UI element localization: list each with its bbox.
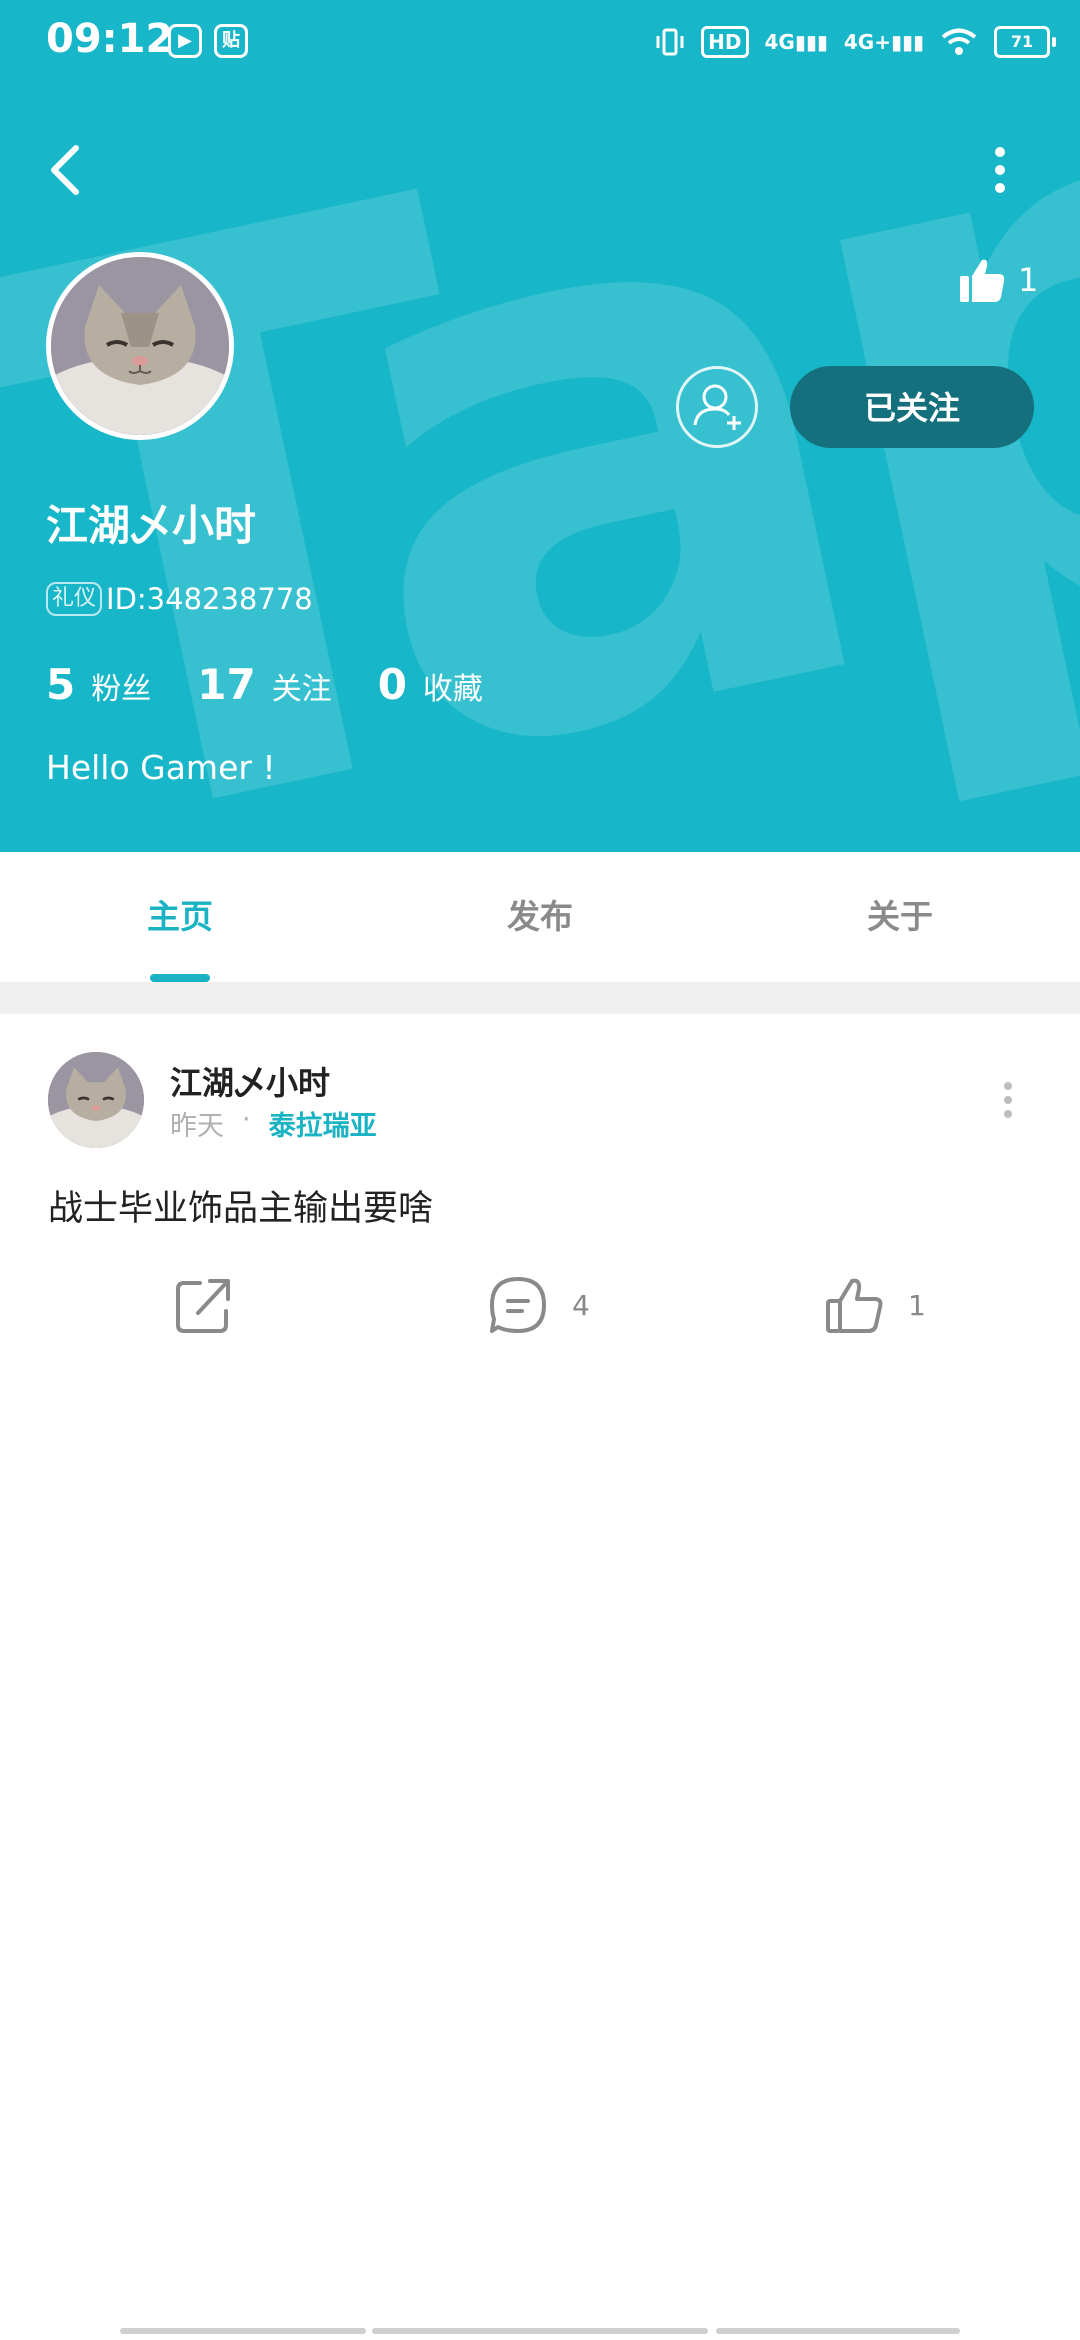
- share-button[interactable]: [172, 1270, 236, 1340]
- avatar[interactable]: [46, 252, 234, 440]
- profile-id-row: 礼仪 ID:348238778: [46, 582, 313, 616]
- comment-count: 4: [572, 1288, 590, 1322]
- stat-favorites[interactable]: 0 收藏: [378, 660, 483, 709]
- profile-tabs: 主页 发布 关于: [0, 852, 1080, 980]
- tab-about[interactable]: 关于: [820, 890, 980, 938]
- profile-stats: 5 粉丝 17 关注 0 收藏: [46, 660, 529, 709]
- thumbs-up-icon: [960, 259, 1005, 302]
- gesture-bar-right: [716, 2328, 960, 2334]
- post-game-tag[interactable]: 泰拉瑞亚: [269, 1104, 377, 1143]
- following-button[interactable]: 已关注: [790, 366, 1034, 448]
- play-icon: ▶: [168, 24, 202, 58]
- like-button[interactable]: 1: [822, 1270, 926, 1340]
- stat-fans-count: 5: [46, 660, 76, 709]
- vibrate-icon: [656, 28, 684, 56]
- cat-avatar-image: [51, 257, 229, 435]
- stat-following[interactable]: 17 关注: [197, 660, 331, 709]
- post-text[interactable]: 战士毕业饰品主输出要啥: [48, 1180, 433, 1231]
- stat-following-count: 17: [197, 660, 256, 709]
- add-user-icon: [693, 384, 741, 430]
- profile-tag-badge: 礼仪: [46, 582, 103, 616]
- hd-icon: HD: [701, 26, 749, 58]
- cat-avatar-image: [48, 1052, 144, 1148]
- stat-fans-label: 粉丝: [91, 672, 152, 707]
- post-time: 昨天: [170, 1111, 224, 1142]
- profile-bio: Hello Gamer !: [46, 748, 276, 787]
- tab-home[interactable]: 主页: [100, 890, 260, 938]
- share-icon: [176, 1279, 230, 1333]
- post-meta-separator: ·: [242, 1104, 251, 1135]
- gesture-bar-center: [372, 2328, 708, 2334]
- comment-button[interactable]: 4: [486, 1270, 590, 1340]
- tab-active-indicator: [150, 974, 210, 982]
- tieba-icon: 贴: [214, 24, 248, 58]
- add-friend-button[interactable]: [676, 366, 758, 448]
- post-meta: 昨天 · 泰拉瑞亚: [170, 1104, 377, 1143]
- profile-like[interactable]: 1: [956, 252, 1056, 308]
- thumbs-up-outline-icon: [826, 1278, 883, 1333]
- gesture-bar-left: [120, 2328, 366, 2334]
- battery-icon: 71: [994, 26, 1056, 58]
- post-username[interactable]: 江湖乄小时: [170, 1058, 330, 1104]
- profile-id: ID:348238778: [106, 582, 313, 616]
- tab-posts[interactable]: 发布: [460, 890, 620, 938]
- profile-like-count: 1: [1018, 261, 1039, 299]
- signal-4g-icon: 4G▮▮▮: [764, 30, 828, 54]
- signal-4gplus-icon: 4G+▮▮▮: [843, 30, 924, 54]
- more-vertical-icon[interactable]: [988, 140, 1012, 200]
- section-divider: [0, 982, 1080, 1014]
- profile-username: 江湖乄小时: [46, 501, 257, 550]
- back-icon[interactable]: [46, 140, 86, 200]
- stat-favorites-label: 收藏: [422, 672, 483, 707]
- post-avatar[interactable]: [48, 1052, 144, 1148]
- stat-favorites-count: 0: [377, 660, 407, 709]
- status-indicators: HD 4G▮▮▮ 4G+▮▮▮ 71: [655, 20, 1056, 64]
- post-more-icon[interactable]: [1000, 1080, 1016, 1120]
- stat-following-label: 关注: [271, 672, 332, 707]
- profile-header: Tap 09:12 ▶ 贴 HD 4G▮▮▮ 4G+▮▮▮ 71 1 已关注 江…: [0, 0, 1080, 852]
- wifi-icon: [941, 28, 977, 55]
- stat-fans[interactable]: 5 粉丝: [46, 660, 151, 709]
- status-time: 09:12: [46, 16, 174, 62]
- like-count: 1: [908, 1288, 926, 1322]
- status-bar: 09:12 ▶ 贴 HD 4G▮▮▮ 4G+▮▮▮ 71: [0, 0, 1080, 84]
- comment-icon: [490, 1277, 546, 1333]
